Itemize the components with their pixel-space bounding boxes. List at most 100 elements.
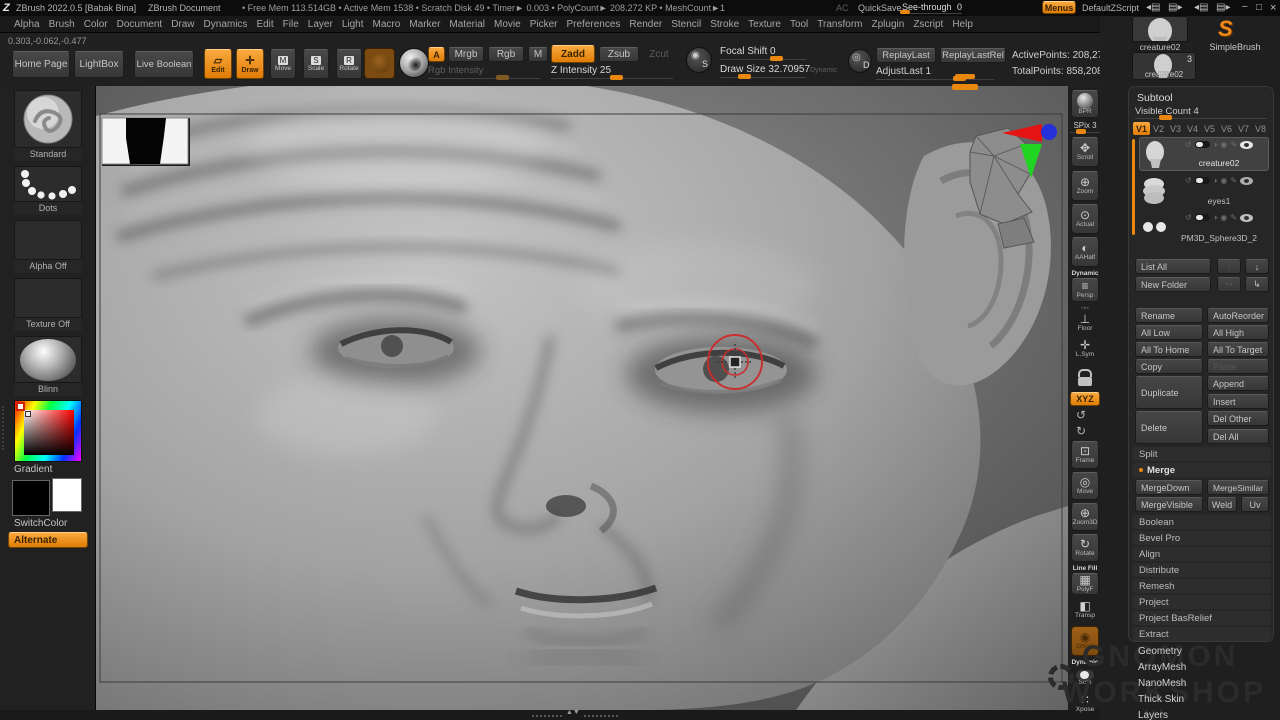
menu-item-edit[interactable]: Edit (256, 19, 273, 30)
menu-item-stencil[interactable]: Stencil (671, 19, 701, 30)
rgb-button[interactable]: Rgb (488, 47, 524, 62)
focal-shift-handle[interactable] (770, 56, 783, 61)
shelf-divider-handle[interactable] (955, 74, 975, 79)
divider-left-icon[interactable]: ◂▤ (1146, 2, 1160, 13)
mrgb-button[interactable]: Mrgb (448, 47, 484, 62)
menu-item-layer[interactable]: Layer (308, 19, 333, 30)
left-tray-divider[interactable] (2, 406, 4, 450)
zoom3d-button[interactable]: ⊕Zoom3D (1071, 503, 1099, 531)
all-high-button[interactable]: All High (1207, 325, 1269, 340)
polypaint-icon[interactable]: ↺ (1185, 213, 1192, 222)
focal-shift-slider-label[interactable]: Focal Shift 0 (720, 46, 776, 57)
split-section-header[interactable]: Split (1133, 447, 1271, 461)
eye-icon[interactable] (1240, 177, 1253, 185)
menu-item-file[interactable]: File (283, 19, 299, 30)
visibility-pill-icon[interactable] (1195, 214, 1210, 221)
spin-left-icon[interactable]: ↺ (1076, 408, 1086, 422)
all-to-target-button[interactable]: All To Target (1207, 342, 1269, 357)
zoom-button[interactable]: ⊕Zoom (1071, 171, 1099, 201)
shelf-mini-toggle-icon[interactable]: ▪▾▪ (1072, 304, 1098, 312)
move-down-button[interactable]: ↓ (1245, 259, 1269, 274)
boolean-section-header[interactable]: Boolean (1133, 515, 1271, 529)
alternate-button[interactable]: Alternate (8, 532, 88, 548)
tab-v7[interactable]: V7 (1235, 122, 1252, 135)
spin-right-icon[interactable]: ↻ (1076, 424, 1086, 438)
pen-icon[interactable]: ✎ (1230, 140, 1237, 149)
live-boolean-button[interactable]: Live Boolean (134, 51, 194, 78)
menu-item-light[interactable]: Light (342, 19, 364, 30)
remesh-section-header[interactable]: Remesh (1133, 579, 1271, 593)
gradient-label[interactable]: Gradient (14, 464, 82, 475)
anchor-badge[interactable]: A (428, 47, 445, 62)
zcut-button[interactable]: Zcut (643, 47, 675, 62)
tab-v2[interactable]: V2 (1150, 122, 1167, 135)
paste-button[interactable]: Paste (1207, 359, 1269, 374)
uv-button[interactable]: Uv (1241, 497, 1269, 512)
spix-handle[interactable] (1076, 129, 1086, 134)
arraymesh-palette-header[interactable]: ArrayMesh (1138, 662, 1186, 673)
menu-item-render[interactable]: Render (629, 19, 662, 30)
move-up-button[interactable]: ↑ (1217, 259, 1241, 274)
half-icon[interactable]: ◑ (1213, 140, 1218, 149)
secondary-color-swatch[interactable] (52, 478, 82, 512)
rgb-intensity-slider-label[interactable]: Rgb Intensity (428, 65, 483, 76)
dynamic-toggle[interactable]: Dynamic (810, 67, 837, 74)
local-symmetry-button[interactable]: ✛L.Sym (1071, 337, 1099, 361)
menu-item-zplugin[interactable]: Zplugin (872, 19, 905, 30)
distribute-section-header[interactable]: Distribute (1133, 563, 1271, 577)
menus-button[interactable]: Menus (1042, 1, 1076, 14)
home-page-button[interactable]: Home Page (12, 51, 70, 78)
transparency-button[interactable]: ◧Transp (1071, 598, 1099, 622)
persp-button[interactable]: ≡Persp (1071, 278, 1099, 302)
rotate-view-button[interactable]: ↻Rotate (1071, 534, 1099, 562)
subtool-row-creature02[interactable]: ↺ ◑ ◉ ✎ creature02 (1139, 137, 1269, 171)
half-icon[interactable]: ◑ (1213, 176, 1218, 185)
rgb-intensity-track[interactable] (428, 78, 540, 79)
rotate-mode-button[interactable]: R Rotate (336, 49, 362, 79)
merge-section-header[interactable]: Merge (1133, 463, 1271, 477)
merge-visible-button[interactable]: MergeVisible (1135, 497, 1203, 512)
tab-v4[interactable]: V4 (1184, 122, 1201, 135)
floor-button[interactable]: ⊥Floor (1071, 312, 1099, 334)
eye-icon[interactable] (1240, 141, 1253, 149)
visible-count-handle[interactable] (1159, 115, 1172, 120)
alpha-thumbnail[interactable] (364, 48, 395, 79)
default-zscript-button[interactable]: DefaultZScript (1082, 3, 1139, 13)
polypaint-icon[interactable]: ↺ (1185, 176, 1192, 185)
draw-size-slider-label[interactable]: Draw Size 32.70957 (720, 64, 810, 75)
copy-button[interactable]: Copy (1135, 359, 1203, 374)
menu-item-brush[interactable]: Brush (49, 19, 75, 30)
menu-item-transform[interactable]: Transform (817, 19, 862, 30)
current-tool-thumbnail[interactable] (1132, 16, 1188, 42)
polypaint-icon[interactable]: ↺ (1185, 140, 1192, 149)
menu-item-preferences[interactable]: Preferences (566, 19, 620, 30)
list-all-button[interactable]: List All (1135, 259, 1211, 274)
m-button[interactable]: M (528, 47, 548, 62)
autoreorder-button[interactable]: AutoReorder (1207, 308, 1269, 323)
document-replay-button[interactable]: D ◎ (848, 49, 872, 73)
dynamic-persp-label[interactable]: Dynamic (1068, 270, 1102, 277)
see-through-handle[interactable] (900, 10, 910, 14)
close-icon[interactable]: × (1270, 2, 1276, 14)
visibility-pill-icon[interactable] (1195, 177, 1210, 184)
geometry-palette-header[interactable]: Geometry (1138, 646, 1182, 657)
pan-move-button[interactable]: ◎Move (1071, 472, 1099, 500)
focal-shift-track[interactable] (720, 59, 806, 60)
menu-item-texture[interactable]: Texture (748, 19, 781, 30)
scroll-button[interactable]: ✥Scroll (1071, 137, 1099, 167)
menu-item-document[interactable]: Document (117, 19, 163, 30)
delete-button[interactable]: Delete (1135, 411, 1203, 444)
menu-item-draw[interactable]: Draw (171, 19, 194, 30)
subtool-header[interactable]: Subtool (1137, 92, 1173, 104)
rgb-intensity-handle[interactable] (496, 75, 509, 80)
rename-button[interactable]: Rename (1135, 308, 1203, 323)
move-out-folder-button[interactable]: ↪ (1217, 277, 1241, 292)
menu-item-movie[interactable]: Movie (494, 19, 521, 30)
aahalf-button[interactable]: ◐AAHalf (1071, 237, 1099, 267)
menu-item-zscript[interactable]: Zscript (913, 19, 943, 30)
menu-item-stroke[interactable]: Stroke (710, 19, 739, 30)
z-intensity-slider-label[interactable]: Z Intensity 25 (551, 65, 611, 76)
simple-brush-icon[interactable]: S (1218, 16, 1246, 42)
del-other-button[interactable]: Del Other (1207, 411, 1269, 426)
merge-similar-button[interactable]: MergeSimilar (1207, 480, 1269, 495)
